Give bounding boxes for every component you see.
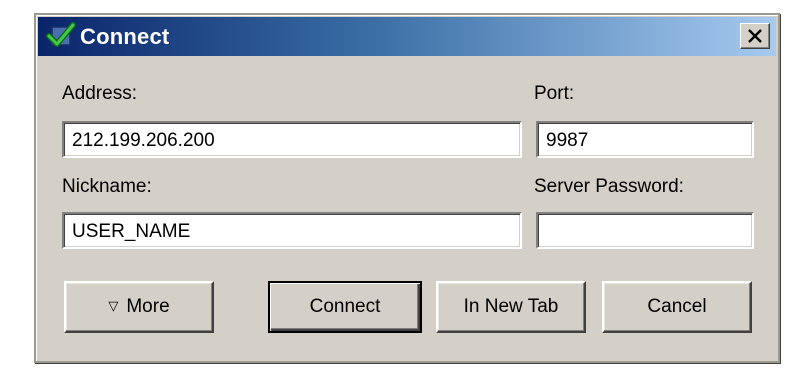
address-label: Address: bbox=[62, 83, 137, 104]
server-password-label: Server Password: bbox=[534, 176, 684, 197]
connect-dialog: Connect Address: 212.199.206.200 Port: 9… bbox=[34, 13, 780, 363]
in-new-tab-button-label: In New Tab bbox=[463, 296, 559, 317]
in-new-tab-button[interactable]: In New Tab bbox=[436, 281, 586, 333]
close-button[interactable] bbox=[740, 23, 770, 49]
connect-button-label: Connect bbox=[309, 296, 381, 317]
connect-button[interactable]: Connect bbox=[268, 281, 422, 333]
cancel-button[interactable]: Cancel bbox=[602, 281, 752, 333]
port-field[interactable]: 9987 bbox=[536, 121, 754, 158]
triangle-down-icon: ▽ bbox=[108, 298, 119, 313]
address-field[interactable]: 212.199.206.200 bbox=[62, 121, 522, 158]
more-button-label: More bbox=[126, 296, 170, 317]
nickname-field[interactable]: USER_NAME bbox=[62, 212, 522, 249]
window-title: Connect bbox=[80, 24, 170, 49]
nickname-label: Nickname: bbox=[62, 176, 152, 197]
more-button[interactable]: ▽ More bbox=[64, 281, 214, 333]
server-password-field[interactable] bbox=[536, 212, 754, 249]
cancel-button-label: Cancel bbox=[647, 296, 707, 317]
green-check-icon bbox=[46, 21, 76, 51]
close-icon bbox=[748, 29, 762, 43]
title-bar[interactable]: Connect bbox=[38, 17, 776, 56]
port-label: Port: bbox=[534, 83, 575, 104]
